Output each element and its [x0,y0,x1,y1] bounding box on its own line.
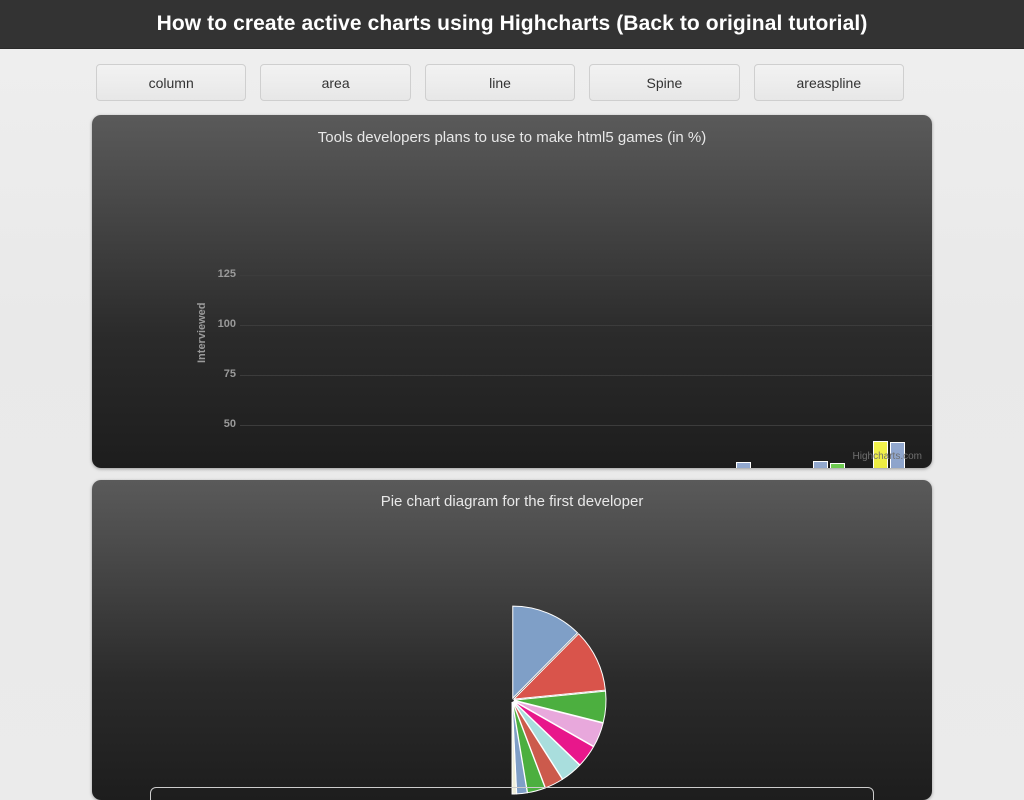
bar-group [472,275,549,468]
bar[interactable] [812,461,828,468]
bar-group [395,275,472,468]
bar-group [550,275,627,468]
chart-type-area-button[interactable]: area [260,64,411,101]
bar[interactable] [735,462,751,468]
bar-group [859,275,932,468]
bar[interactable] [829,463,845,468]
chart-type-spine-button[interactable]: Spine [589,64,740,101]
y-axis-tick-label: 75 [223,368,236,380]
y-axis-tick-label: 125 [217,268,236,280]
bar-group [627,275,704,468]
y-axis-tick-label: 100 [217,318,236,330]
page-title: How to create active charts using Highch… [156,12,868,35]
y-axis-tick-label: 50 [223,418,236,430]
bar-group [704,275,781,468]
bar-group [317,275,394,468]
column-chart-plot: Interviewed 0255075100125 Processing.jsI… [92,115,932,468]
bar-group [782,275,859,468]
chart-type-line-button[interactable]: line [424,64,576,101]
pie-chart-panel: Pie chart diagram for the first develope… [92,480,932,800]
chart-type-button-bar: column area line Spine areaspline [96,64,905,101]
bar-group [240,275,317,468]
highcharts-credits[interactable]: Highcharts.com [853,451,922,462]
chart-type-areaspline-button[interactable]: areaspline [753,64,905,101]
pie-chart-legend-box [150,787,874,800]
pie-chart-plot: Javascript: 47.5Canvas: 42CSS: 21DOM: 16… [92,480,932,800]
pie-chart-svg[interactable]: Javascript: 47.5Canvas: 42CSS: 21DOM: 16… [392,600,632,800]
column-chart-panel: Tools developers plans to use to make ht… [92,115,932,468]
bar-series-area [240,275,932,468]
chart-type-column-button[interactable]: column [96,64,247,101]
page-header: How to create active charts using Highch… [0,0,1024,49]
y-axis-title: Interviewed [196,302,208,363]
